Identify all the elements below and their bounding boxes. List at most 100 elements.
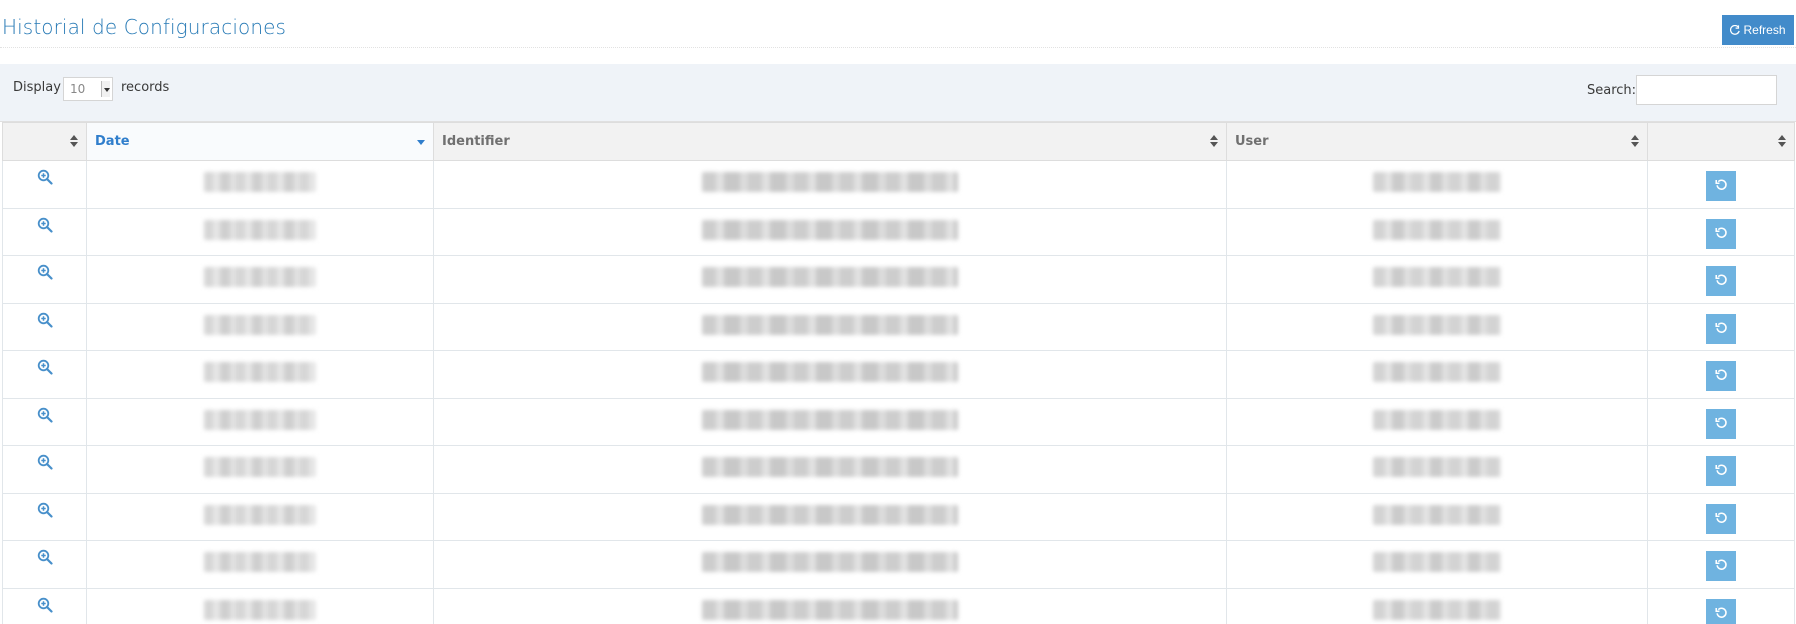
identifier-cell [433,255,1227,304]
redacted-date [204,599,316,620]
identifier-cell [433,445,1227,494]
date-cell [86,587,434,624]
column-header-user[interactable]: User [1226,122,1648,161]
redacted-user [1373,172,1501,192]
refresh-button[interactable]: Refresh [1722,15,1794,45]
row-view-cell [2,302,87,351]
zoom-in-icon[interactable] [37,549,53,565]
restore-button[interactable] [1706,551,1736,581]
redacted-date [204,409,316,430]
refresh-icon [1730,25,1741,35]
table-row [2,397,1795,446]
undo-icon [1714,178,1728,194]
undo-icon [1714,606,1728,622]
table-row [2,160,1795,209]
restore-button[interactable] [1706,313,1736,344]
restore-button[interactable] [1706,456,1736,486]
redacted-user [1373,599,1501,620]
restore-button[interactable] [1706,266,1736,296]
date-cell [86,540,434,589]
restore-button[interactable] [1706,598,1736,624]
restore-button[interactable] [1706,218,1736,249]
redacted-identifier [702,314,958,335]
undo-icon [1714,463,1728,479]
redacted-identifier [702,552,958,572]
refresh-button-label: Refresh [1743,23,1786,37]
page-header: Historial de Configuraciones Refresh [0,0,1796,48]
row-view-cell [2,540,87,589]
zoom-in-icon[interactable] [37,169,53,185]
zoom-in-icon[interactable] [37,502,53,518]
table-row [2,492,1795,541]
row-restore-cell [1647,587,1795,624]
undo-icon [1714,273,1728,289]
redacted-identifier [702,219,958,240]
table-row [2,207,1795,256]
restore-button[interactable] [1706,361,1736,391]
date-cell [86,397,434,446]
zoom-in-icon[interactable] [37,312,53,328]
redacted-user [1373,219,1501,240]
undo-icon [1714,226,1728,242]
date-cell [86,492,434,541]
redacted-user [1373,552,1501,572]
redacted-identifier [702,172,958,192]
date-cell [86,207,434,256]
zoom-in-icon[interactable] [37,597,53,613]
identifier-cell [433,302,1227,351]
table-row [2,445,1795,494]
zoom-in-icon[interactable] [37,359,53,375]
redacted-date [204,267,316,287]
restore-button[interactable] [1706,171,1736,201]
user-cell [1226,492,1648,541]
zoom-in-icon[interactable] [37,454,53,470]
redacted-date [204,552,316,572]
redacted-identifier [702,267,958,287]
sort-desc-icon [417,140,425,146]
user-cell [1226,160,1648,209]
redacted-identifier [702,409,958,430]
history-table: Date Identifier User [2,122,1795,624]
row-restore-cell [1647,160,1795,209]
redacted-user [1373,504,1501,525]
row-restore-cell [1647,207,1795,256]
search-input[interactable] [1636,75,1777,105]
undo-icon [1714,558,1728,574]
restore-button[interactable] [1706,503,1736,534]
table-body [2,160,1795,624]
restore-button[interactable] [1706,408,1736,439]
redacted-user [1373,314,1501,335]
column-header-actions[interactable] [2,122,87,161]
redacted-date [204,362,316,382]
identifier-cell [433,492,1227,541]
records-label: records [121,80,170,95]
row-restore-cell [1647,445,1795,494]
column-header-restore[interactable] [1647,122,1795,161]
sort-icon [1778,135,1786,147]
row-view-cell [2,397,87,446]
undo-icon [1714,368,1728,384]
redacted-date [204,219,316,240]
undo-icon [1714,511,1728,527]
sort-icon [1210,135,1218,147]
page-length-select[interactable]: 10 [63,77,113,101]
column-header-identifier[interactable]: Identifier [433,122,1227,161]
redacted-date [204,504,316,525]
row-restore-cell [1647,302,1795,351]
zoom-in-icon[interactable] [37,264,53,280]
row-restore-cell [1647,397,1795,446]
row-view-cell [2,207,87,256]
table-row [2,302,1795,351]
user-cell [1226,207,1648,256]
date-cell [86,302,434,351]
page-length-value: 10 [70,82,86,96]
column-header-date[interactable]: Date [86,122,434,161]
zoom-in-icon[interactable] [37,407,53,423]
table-header-row: Date Identifier User [2,122,1795,161]
chevron-down-icon [101,81,110,97]
undo-icon [1714,321,1728,337]
redacted-date [204,457,316,477]
column-header-date-label: Date [95,134,130,149]
sort-icon [70,135,78,147]
zoom-in-icon[interactable] [37,217,53,233]
